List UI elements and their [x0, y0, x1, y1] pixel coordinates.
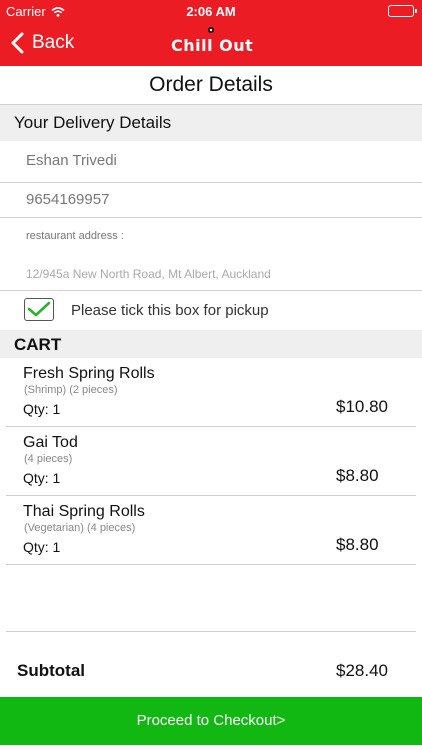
logo-text: Chill Out: [171, 36, 254, 55]
item-description: (4 pieces): [24, 453, 73, 465]
battery-icon: [388, 5, 417, 17]
cart-heading: CART: [0, 330, 422, 358]
item-price: $8.80: [336, 466, 379, 485]
address-field[interactable]: restaurant address : 12/945a New North R…: [0, 218, 422, 291]
divider: [6, 631, 416, 632]
item-price: $10.80: [336, 397, 388, 416]
logo-figure-icon: [208, 27, 214, 33]
pickup-checkbox[interactable]: [24, 298, 54, 321]
delivery-section-heading: Your Delivery Details: [0, 105, 422, 141]
item-name: Gai Tod: [23, 434, 78, 451]
item-quantity: Qty: 1: [23, 470, 61, 486]
proceed-to-checkout-button[interactable]: Proceed to Checkout>: [0, 697, 422, 745]
cart-item[interactable]: Gai Tod (4 pieces) Qty: 1 $8.80: [6, 427, 416, 496]
page-title: Order Details: [0, 66, 422, 105]
pickup-row: Please tick this box for pickup: [0, 291, 422, 329]
item-description: (Shrimp) (2 pieces): [24, 384, 118, 396]
chevron-left-icon: [11, 32, 24, 54]
subtotal-value: $28.40: [336, 661, 388, 680]
cart-item[interactable]: Fresh Spring Rolls (Shrimp) (2 pieces) Q…: [6, 358, 416, 427]
back-label: Back: [32, 32, 75, 53]
phone-field[interactable]: 9654169957: [0, 183, 422, 218]
item-description: (Vegetarian) (4 pieces): [24, 522, 136, 534]
back-button[interactable]: Back: [10, 32, 74, 54]
item-quantity: Qty: 1: [23, 539, 61, 555]
nav-bar: Back Chill Out: [0, 22, 422, 66]
item-quantity: Qty: 1: [23, 401, 61, 417]
cart-item[interactable]: Thai Spring Rolls (Vegetarian) (4 pieces…: [6, 496, 416, 565]
app-logo: Chill Out: [171, 27, 254, 55]
item-price: $8.80: [336, 535, 379, 554]
name-field[interactable]: Eshan Trivedi: [0, 141, 422, 183]
address-placeholder: 12/945a New North Road, Mt Albert, Auckl…: [26, 267, 271, 281]
address-label: restaurant address :: [26, 230, 124, 242]
item-name: Thai Spring Rolls: [23, 503, 145, 520]
status-bar: Carrier 2:06 AM: [0, 0, 422, 22]
item-name: Fresh Spring Rolls: [23, 365, 155, 382]
top-bar: Carrier 2:06 AM Back Chill Out: [0, 0, 422, 66]
status-time: 2:06 AM: [186, 4, 236, 19]
cart-list: Fresh Spring Rolls (Shrimp) (2 pieces) Q…: [6, 358, 416, 565]
pickup-label: Please tick this box for pickup: [71, 302, 269, 319]
checkmark-icon: [27, 301, 51, 317]
subtotal-label: Subtotal: [17, 661, 85, 680]
